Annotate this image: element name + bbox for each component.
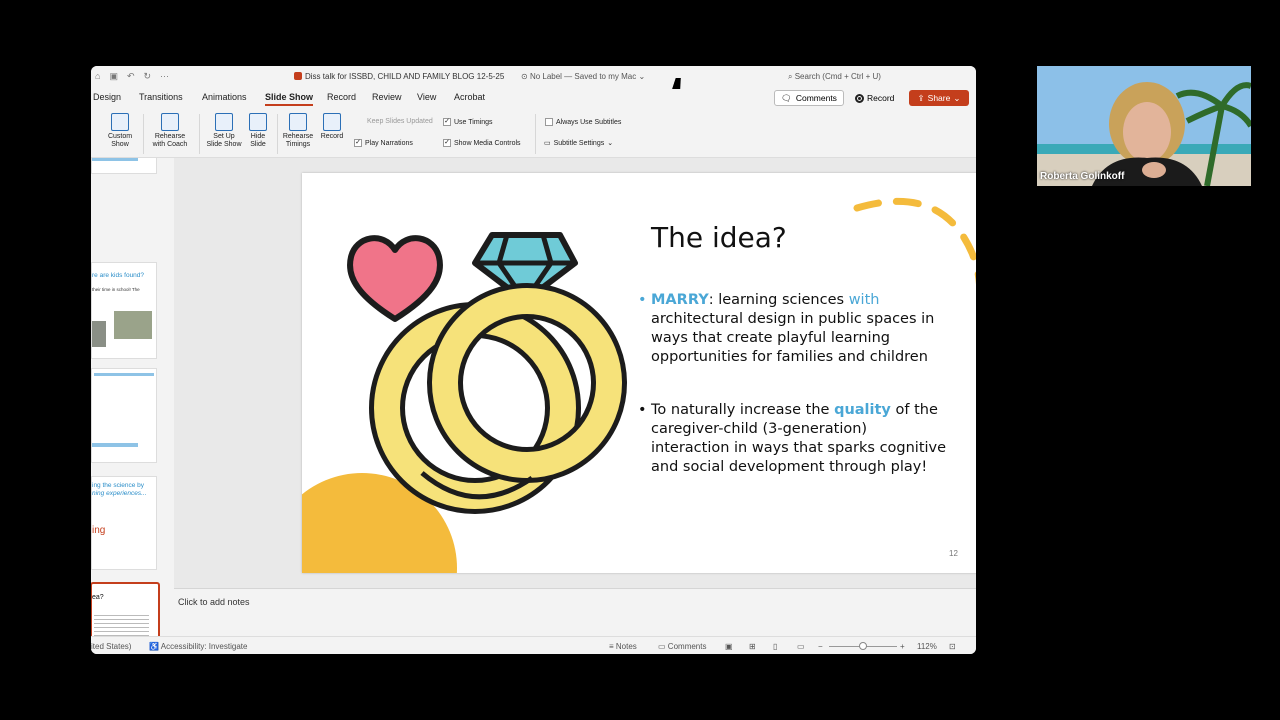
accessibility-status[interactable]: ♿ Accessibility: Investigate [149, 642, 247, 651]
notes-icon: ≡ [609, 642, 614, 651]
reading-view-icon[interactable]: ▯ [773, 642, 777, 651]
status-bar: ited States) ♿ Accessibility: Investigat… [91, 636, 976, 654]
ribbon-slide-show: Custom Show Rehearse with Coach Set Up Slid… [91, 110, 976, 158]
slideshow-view-icon[interactable]: ▭ [797, 642, 805, 651]
bullet-marker: • [638, 402, 647, 418]
bullet-marker: • [638, 292, 647, 308]
comment-icon: 🗨 [781, 92, 792, 103]
ribbon-divider [199, 114, 200, 154]
fit-slide-icon[interactable]: ⊡ [949, 642, 956, 651]
slide-bullet-1: • MARRY: learning sciences with architec… [638, 292, 935, 365]
chevron-down-icon: ⌄ [607, 140, 614, 147]
home-icon[interactable]: ⌂ [95, 71, 100, 82]
hide-slide-button[interactable]: Hide Slide [246, 113, 270, 149]
record-button[interactable]: Record [851, 90, 901, 106]
photo-thumbnail [92, 321, 106, 347]
more-icon[interactable]: ··· [160, 71, 169, 82]
tab-design[interactable]: Design [93, 92, 121, 102]
always-use-subtitles-checkbox[interactable]: Always Use Subtitles [545, 118, 621, 126]
custom-show-button[interactable]: Custom Show [105, 113, 135, 149]
participant-video: Roberta Golinkoff [1037, 66, 1251, 186]
set-up-slide-show-button[interactable]: Set Up Slide Show [204, 113, 244, 149]
slide-thumbnail[interactable] [91, 368, 157, 463]
search-icon: ⌕ [788, 72, 793, 81]
search-box[interactable]: ⌕ Search (Cmd + Ctrl + U) [788, 72, 881, 82]
heart-icon [347, 235, 443, 322]
show-media-controls-checkbox[interactable]: ✓ Show Media Controls [443, 139, 521, 147]
tab-slide-show[interactable]: Slide Show [265, 92, 314, 106]
rehearse-with-coach-button[interactable]: Rehearse with Coach [149, 113, 191, 149]
powerpoint-icon [294, 72, 302, 80]
checkmark-icon: ✓ [443, 139, 451, 147]
powerpoint-window: ⌂ ▣ ↶ ↻ ··· Diss talk for ISSBD, CHILD A… [91, 66, 976, 654]
photo-thumbnail [114, 311, 152, 339]
document-title: Diss talk for ISSBD, CHILD AND FAMILY BL… [294, 72, 504, 81]
slide-number: 12 [949, 549, 958, 558]
slide-bullet-2: • To naturally increase the quality of t… [638, 402, 947, 475]
tab-acrobat[interactable]: Acrobat [454, 92, 485, 102]
undo-icon[interactable]: ↶ [127, 71, 135, 82]
chevron-down-icon: ⌄ [953, 92, 961, 103]
tab-view[interactable]: View [417, 92, 436, 102]
zoom-in-icon[interactable]: + [900, 642, 905, 651]
slide-sorter-icon[interactable]: ⊞ [749, 642, 756, 651]
slide-thumbnail-pane: re are kids found? their time in school!… [91, 158, 171, 636]
notes-placeholder: Click to add notes [178, 597, 250, 607]
ribbon-divider [277, 114, 278, 154]
comments-toggle[interactable]: ▭ Comments [658, 642, 706, 651]
checkmark-icon: ✓ [354, 139, 362, 147]
quick-access-toolbar: ⌂ ▣ ↶ ↻ ··· [95, 71, 169, 82]
share-icon: ⇪ [917, 92, 925, 103]
ribbon-divider [535, 114, 536, 154]
slide-thumbnail[interactable]: re are kids found? their time in school!… [91, 262, 157, 359]
play-narrations-checkbox[interactable]: ✓ Play Narrations [354, 139, 413, 147]
zoom-out-icon[interactable]: − [818, 642, 823, 651]
keep-slides-updated-checkbox: Keep Slides Updated [367, 118, 433, 125]
notes-toggle[interactable]: ≡ Notes [609, 642, 637, 651]
participant-name: Roberta Golinkoff [1040, 171, 1125, 182]
slide-artwork [302, 198, 976, 573]
save-icon[interactable]: ▣ [109, 71, 118, 82]
share-button[interactable]: ⇪ Share ⌄ [909, 90, 969, 106]
record-slide-icon [323, 113, 341, 131]
use-timings-checkbox[interactable]: ✓ Use Timings [443, 118, 493, 126]
comment-icon: ▭ [658, 642, 666, 651]
ribbon-divider [143, 114, 144, 154]
timings-icon [289, 113, 307, 131]
slide[interactable]: The idea? • MARRY: learning sciences wit… [302, 173, 976, 573]
redo-icon[interactable]: ↻ [144, 71, 152, 82]
zoom-slider-handle[interactable] [859, 642, 867, 650]
sensitivity-label[interactable]: ⊙ No Label — Saved to my Mac ⌄ [521, 72, 645, 81]
checkmark-icon: ✓ [443, 118, 451, 126]
coach-icon [161, 113, 179, 131]
rehearse-timings-button[interactable]: Rehearse Timings [281, 113, 315, 149]
record-icon [855, 93, 864, 103]
subtitle-settings-dropdown[interactable]: ▭ Subtitle Settings ⌄ [544, 139, 614, 148]
language-status[interactable]: ited States) [91, 642, 131, 651]
hide-slide-icon [249, 113, 267, 131]
slide-title: The idea? [651, 221, 787, 254]
tab-review[interactable]: Review [372, 92, 402, 102]
slide-thumbnail[interactable] [91, 158, 157, 174]
custom-show-icon [111, 113, 129, 131]
slide-thumbnail-selected[interactable]: ea? [91, 582, 160, 636]
tab-animations[interactable]: Animations [202, 92, 247, 102]
slide-thumbnail[interactable]: ing the science by ning experiences... i… [91, 476, 157, 570]
slide-editor-canvas: The idea? • MARRY: learning sciences wit… [174, 158, 976, 588]
accessibility-icon: ♿ [149, 642, 159, 651]
title-bar: ⌂ ▣ ↶ ↻ ··· Diss talk for ISSBD, CHILD A… [91, 66, 976, 86]
normal-view-icon[interactable]: ▣ [725, 642, 733, 651]
setup-icon [215, 113, 233, 131]
zoom-level[interactable]: 112% [917, 642, 937, 651]
comments-button[interactable]: 🗨 Comments [774, 90, 844, 106]
video-feed [1037, 66, 1251, 186]
tab-transitions[interactable]: Transitions [139, 92, 183, 102]
record-slide-show-button[interactable]: Record [318, 113, 346, 141]
dashed-arc [853, 198, 976, 303]
tab-record[interactable]: Record [327, 92, 356, 102]
notes-pane[interactable]: Click to add notes [174, 588, 976, 636]
subtitles-icon: ▭ [544, 140, 551, 147]
